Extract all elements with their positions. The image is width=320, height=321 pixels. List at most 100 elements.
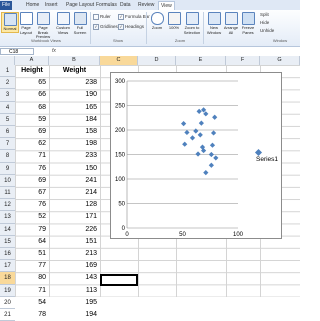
cell-height[interactable]: 76 [15, 163, 49, 175]
cell-height[interactable]: 67 [15, 187, 49, 199]
cell-height[interactable]: 54 [15, 297, 49, 309]
name-box[interactable]: C18 [0, 48, 34, 55]
cell-weight[interactable]: 171 [49, 211, 100, 223]
ruler-checkbox[interactable]: Ruler [93, 14, 111, 20]
zoom-button[interactable]: Zoom [149, 12, 165, 31]
cell-weight[interactable]: 238 [49, 77, 100, 89]
page-layout-view-button[interactable]: Page Layout [18, 12, 34, 35]
scatter-chart[interactable]: 0 50 100 150 200 250 300 0 50 100 Series1 [110, 72, 282, 239]
tab-data[interactable]: Data [120, 1, 131, 10]
tab-home[interactable]: Home [26, 1, 39, 10]
cell-height[interactable]: 69 [15, 126, 49, 138]
cell-height[interactable]: 78 [15, 309, 49, 321]
row-header-4[interactable]: 4 [0, 102, 15, 114]
row-header-12[interactable]: 12 [0, 199, 15, 212]
cell-weight[interactable]: 150 [49, 163, 100, 175]
tab-page-layout[interactable]: Page Layout [66, 1, 94, 10]
cell-height[interactable]: 71 [15, 150, 49, 162]
active-cell-c18[interactable] [100, 274, 138, 287]
row-header-19[interactable]: 19 [0, 285, 15, 297]
normal-view-button[interactable]: Normal [1, 12, 19, 33]
cell-height[interactable]: 69 [15, 175, 49, 187]
row-header-7[interactable]: 7 [0, 138, 15, 151]
row-header-16[interactable]: 16 [0, 248, 15, 261]
cell-weight[interactable]: 151 [49, 236, 100, 248]
header-cell-weight[interactable]: Weight [49, 65, 100, 77]
fx-icon[interactable]: fx [52, 48, 56, 54]
cell-height[interactable]: 62 [15, 138, 49, 150]
cell-weight[interactable]: 128 [49, 199, 100, 211]
cell-height[interactable]: 68 [15, 102, 49, 114]
cell-weight[interactable]: 213 [49, 248, 100, 260]
row-header-11[interactable]: 11 [0, 187, 15, 200]
cell-weight[interactable]: 143 [49, 272, 100, 284]
cell-weight[interactable]: 184 [49, 114, 100, 126]
column-header-g[interactable]: G [260, 56, 300, 65]
row-header-17[interactable]: 17 [0, 260, 15, 273]
row-header-2[interactable]: 2 [0, 77, 15, 90]
cell-weight[interactable]: 241 [49, 175, 100, 187]
cell-weight[interactable]: 158 [49, 126, 100, 138]
cell-height[interactable]: 77 [15, 260, 49, 272]
column-header-a[interactable]: A [15, 56, 49, 65]
row-header-1[interactable]: 1 [0, 65, 15, 78]
zoom-100-button[interactable]: 100% [166, 12, 182, 31]
custom-views-button[interactable]: Custom Views [55, 12, 71, 35]
cell-height[interactable]: 79 [15, 224, 49, 236]
cell-weight[interactable]: 195 [49, 297, 100, 309]
page-break-preview-button[interactable]: Page Break Preview [35, 12, 51, 40]
row-header-13[interactable]: 13 [0, 211, 15, 224]
cell-height[interactable]: 71 [15, 285, 49, 297]
row-header-21[interactable]: 21 [0, 309, 15, 321]
column-header-c[interactable]: C [100, 56, 138, 65]
cell-weight[interactable]: 165 [49, 102, 100, 114]
unhide-button[interactable]: Unhide [260, 28, 274, 33]
cell-height[interactable]: 66 [15, 89, 49, 101]
cell-height[interactable]: 80 [15, 272, 49, 284]
cell-weight[interactable]: 226 [49, 224, 100, 236]
cell-height[interactable]: 59 [15, 114, 49, 126]
hide-button[interactable]: Hide [260, 20, 269, 25]
new-window-button[interactable]: New Window [206, 12, 222, 35]
split-button[interactable]: Split [260, 12, 269, 17]
cell-weight[interactable]: 233 [49, 150, 100, 162]
column-header-f[interactable]: F [226, 56, 260, 65]
row-header-14[interactable]: 14 [0, 224, 15, 236]
column-header-d[interactable]: D [138, 56, 176, 65]
arrange-all-button[interactable]: Arrange All [223, 12, 239, 35]
row-header-5[interactable]: 5 [0, 114, 15, 126]
row-header-10[interactable]: 10 [0, 175, 15, 187]
cell-weight[interactable]: 169 [49, 260, 100, 272]
tab-insert[interactable]: Insert [45, 1, 58, 10]
row-header-18[interactable]: 18 [0, 272, 15, 285]
cell-height[interactable]: 51 [15, 248, 49, 260]
cell-height[interactable]: 65 [15, 77, 49, 89]
cell-height[interactable]: 64 [15, 236, 49, 248]
row-header-6[interactable]: 6 [0, 126, 15, 139]
formula-bar-checkbox[interactable]: ✓ Formula Bar [118, 14, 150, 20]
cell-weight[interactable]: 190 [49, 89, 100, 101]
cell-height[interactable]: 52 [15, 211, 49, 223]
zoom-to-selection-button[interactable]: Zoom to Selection [183, 12, 201, 35]
cell-weight[interactable]: 194 [49, 309, 100, 321]
cell-height[interactable]: 76 [15, 199, 49, 211]
tab-review[interactable]: Review [138, 1, 154, 10]
row-header-3[interactable]: 3 [0, 89, 15, 102]
tab-formulas[interactable]: Formulas [96, 1, 117, 10]
cell-weight[interactable]: 113 [49, 285, 100, 297]
cell-weight[interactable]: 214 [49, 187, 100, 199]
full-screen-button[interactable]: Full Screen [72, 12, 88, 35]
select-all-corner[interactable] [0, 56, 15, 65]
row-header-9[interactable]: 9 [0, 163, 15, 175]
freeze-panes-button[interactable]: Freeze Panes [240, 12, 256, 35]
column-header-b[interactable]: B [49, 56, 100, 65]
gridlines-checkbox[interactable]: ✓ Gridlines [93, 24, 118, 30]
header-cell-height[interactable]: Height [15, 65, 49, 77]
cell-weight[interactable]: 198 [49, 138, 100, 150]
row-header-20[interactable]: 20 [0, 297, 15, 309]
column-header-e[interactable]: E [176, 56, 226, 65]
headings-checkbox[interactable]: ✓ Headings [118, 24, 144, 30]
row-header-15[interactable]: 15 [0, 236, 15, 248]
row-header-8[interactable]: 8 [0, 150, 15, 163]
tab-file[interactable]: File [0, 1, 12, 10]
